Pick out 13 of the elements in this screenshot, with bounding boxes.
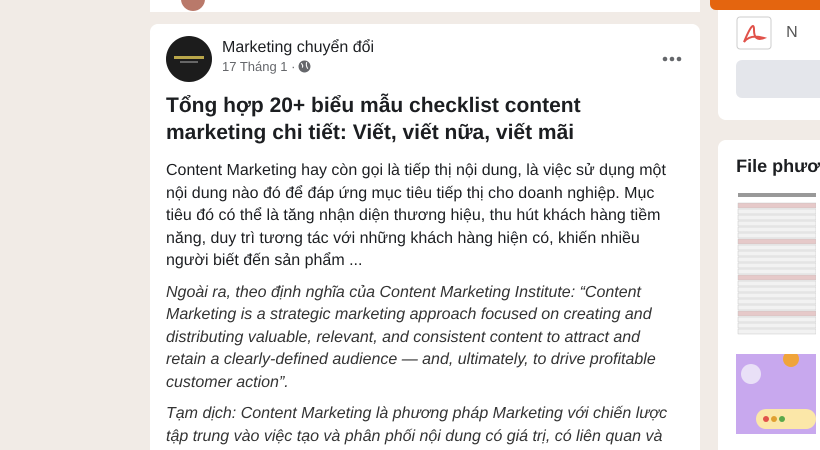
post-paragraph: Tạm dịch: Content Marketing là phương pháp Marketing với chiến lược tập trung vào việc tạo và phân phối nội dung có giá trị, có liên quan và [166,404,668,446]
files-title: File phươ [736,156,820,177]
globe-icon [298,60,312,73]
more-icon[interactable] [662,56,682,62]
avatar-icon[interactable] [180,0,206,12]
file-name[interactable]: N [786,24,798,42]
pdf-icon[interactable] [736,16,772,50]
author-name[interactable]: Marketing chuyển đổi [222,39,652,57]
post-date[interactable]: 17 Tháng 1 · [222,59,296,74]
post-paragraph: Ngoài ra, theo định nghĩa của Content Marketing Institute: “Content Marketing is a strategic marketing approach focused on creating and distributing valuable, relevant, and consistent content to attract and retain a clearly-defined audience — and, ultimately, to drive profitable customer action”. [166,282,657,392]
post-paragraph: Content Marketing hay còn gọi là tiếp thị nội dung, là việc sử dụng một nội dung nào đó để đáp ứng mục tiêu tiếp thị cho doanh nghiệp. Mục tiêu đó có thể là tăng nhận diện thương hiệu, thu hút khách hàng tiềm năng, duy trì tương tác với những khách hàng hiện có, khiến nhiều người biết đến sản phẩm ... [166,161,667,271]
post-title: Tổng hợp 20+ biểu mẫu checklist content marketing chi tiết: Viết, viết nữa, viết mãi [166,92,582,146]
page-avatar-icon[interactable] [166,36,212,82]
